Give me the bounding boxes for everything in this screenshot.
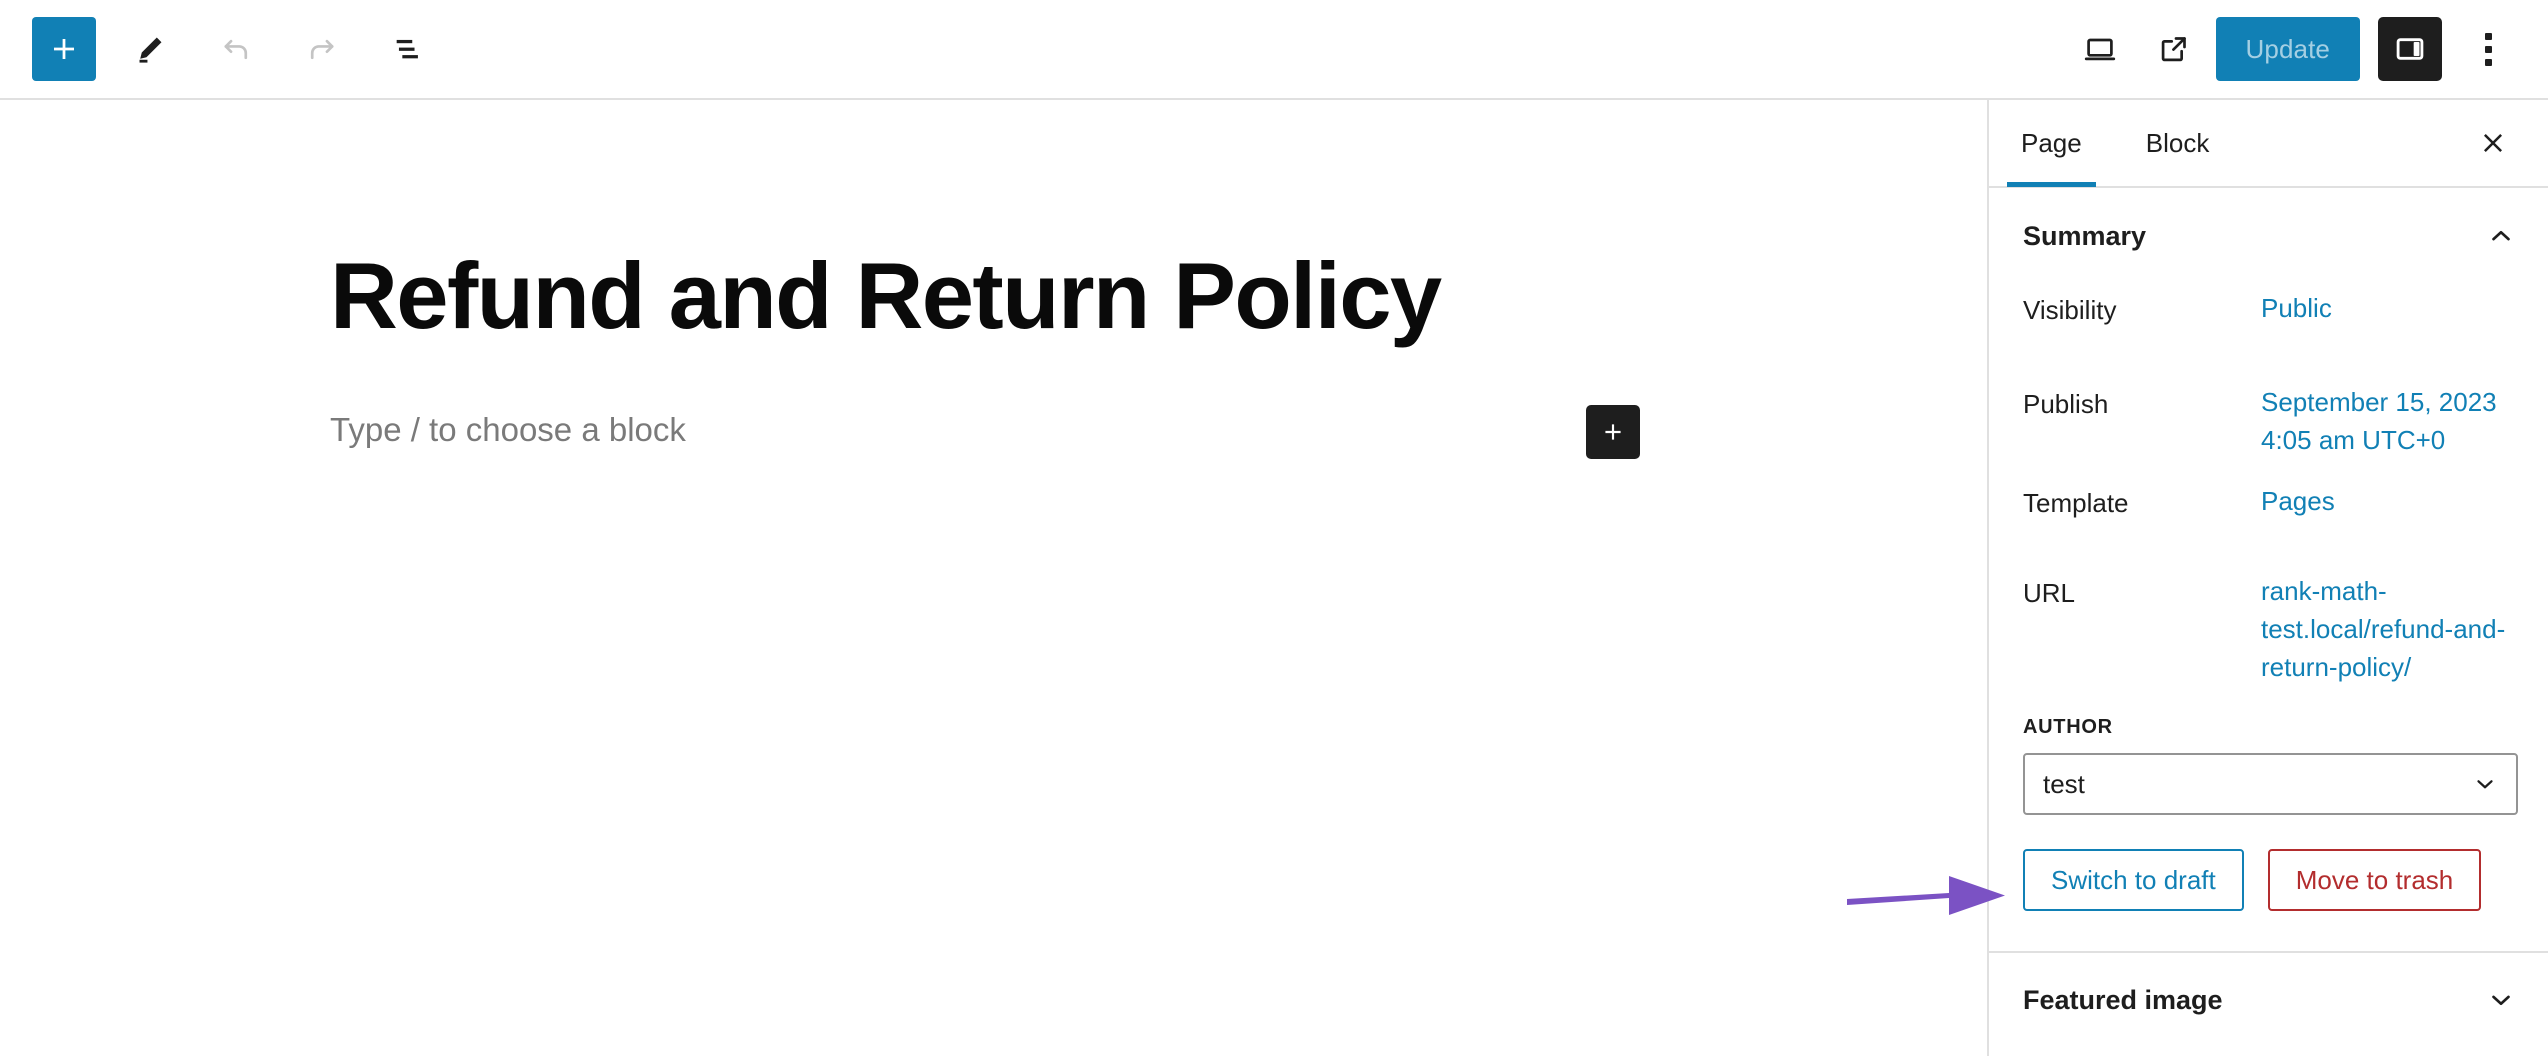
tab-page[interactable]: Page	[1989, 100, 2114, 187]
page-title[interactable]: Refund and Return Policy	[330, 242, 1730, 350]
close-sidebar-button[interactable]	[2460, 110, 2526, 176]
featured-image-panel-title: Featured image	[2023, 984, 2223, 1015]
summary-panel-title: Summary	[2023, 220, 2147, 251]
undo-button[interactable]	[204, 17, 268, 81]
edit-tool-button[interactable]	[118, 17, 182, 81]
desktop-view-icon	[2084, 38, 2115, 61]
sidebar-panel-icon	[2396, 38, 2424, 60]
author-label: AUTHOR	[2023, 716, 2113, 739]
undo-icon	[224, 39, 248, 60]
sidebar-tablist: Page Block	[1989, 100, 2548, 188]
chevron-up-icon	[2486, 221, 2516, 251]
summary-panel-header[interactable]: Summary	[1989, 188, 2548, 284]
toolbar-left-group	[0, 17, 440, 81]
view-device-button[interactable]	[2068, 17, 2132, 81]
summary-panel-body: Visibility Public Publish September 15, …	[1989, 290, 2548, 816]
url-value-button[interactable]: rank-math-test.local/refund-and-return-p…	[2261, 573, 2511, 686]
editor-options-button[interactable]	[2458, 17, 2518, 81]
redo-icon	[310, 39, 334, 60]
plus-icon	[1605, 424, 1621, 440]
url-label: URL	[2023, 578, 2076, 609]
publish-date-button[interactable]: September 15, 2023 4:05 am UTC+0	[2261, 384, 2511, 459]
list-view-icon	[396, 39, 418, 59]
preview-external-button[interactable]	[2142, 17, 2206, 81]
chevron-down-icon	[2486, 985, 2516, 1015]
update-button[interactable]: Update	[2215, 17, 2360, 81]
visibility-value-button[interactable]: Public	[2261, 290, 2332, 328]
summary-row-publish: Publish September 15, 2023 4:05 am UTC+0	[2023, 384, 2514, 459]
toolbar-right-group: Update	[2068, 17, 2548, 81]
list-view-button[interactable]	[376, 17, 440, 81]
settings-sidebar-toggle[interactable]	[2378, 17, 2442, 81]
add-block-button[interactable]	[32, 17, 96, 81]
settings-sidebar: Page Block Summary Visibility Public Pub…	[1987, 100, 2548, 1056]
three-dots-vertical-icon	[2484, 45, 2492, 53]
chevron-down-icon	[2472, 771, 2498, 797]
author-select[interactable]: test	[2023, 753, 2518, 816]
author-select-value: test	[2043, 768, 2085, 799]
close-icon	[2483, 133, 2503, 153]
pencil-icon	[139, 37, 162, 63]
inline-block-inserter-button[interactable]	[1586, 405, 1640, 459]
summary-row-template: Template Pages	[2023, 483, 2514, 539]
tab-block[interactable]: Block	[2114, 100, 2242, 187]
summary-row-url: URL rank-math-test.local/refund-and-retu…	[2023, 573, 2514, 686]
visibility-label: Visibility	[2023, 295, 2117, 325]
three-dots-vertical-icon	[2484, 58, 2492, 66]
post-actions-row: Switch to draft Move to trash	[1989, 815, 2548, 951]
redo-button[interactable]	[290, 17, 354, 81]
paragraph-block-placeholder[interactable]: Type / to choose a block	[330, 405, 686, 455]
external-link-icon	[2161, 37, 2186, 62]
template-label: Template	[2023, 488, 2129, 519]
plus-icon	[54, 39, 74, 59]
switch-to-draft-button[interactable]: Switch to draft	[2023, 849, 2244, 912]
featured-image-panel-header[interactable]: Featured image	[1989, 951, 2548, 1047]
summary-row-visibility: Visibility Public	[2023, 290, 2514, 346]
publish-label: Publish	[2023, 389, 2109, 419]
move-to-trash-button[interactable]: Move to trash	[2267, 849, 2482, 912]
editor-top-toolbar: Update	[0, 0, 2548, 100]
editor-canvas[interactable]: Refund and Return Policy Type / to choos…	[0, 100, 1987, 1056]
author-field-group: AUTHOR test	[2023, 716, 2518, 816]
wordpress-block-editor: Update Refund and Return Policy Type / t…	[0, 0, 2548, 1056]
three-dots-vertical-icon	[2484, 32, 2492, 40]
template-value-button[interactable]: Pages	[2261, 483, 2335, 521]
